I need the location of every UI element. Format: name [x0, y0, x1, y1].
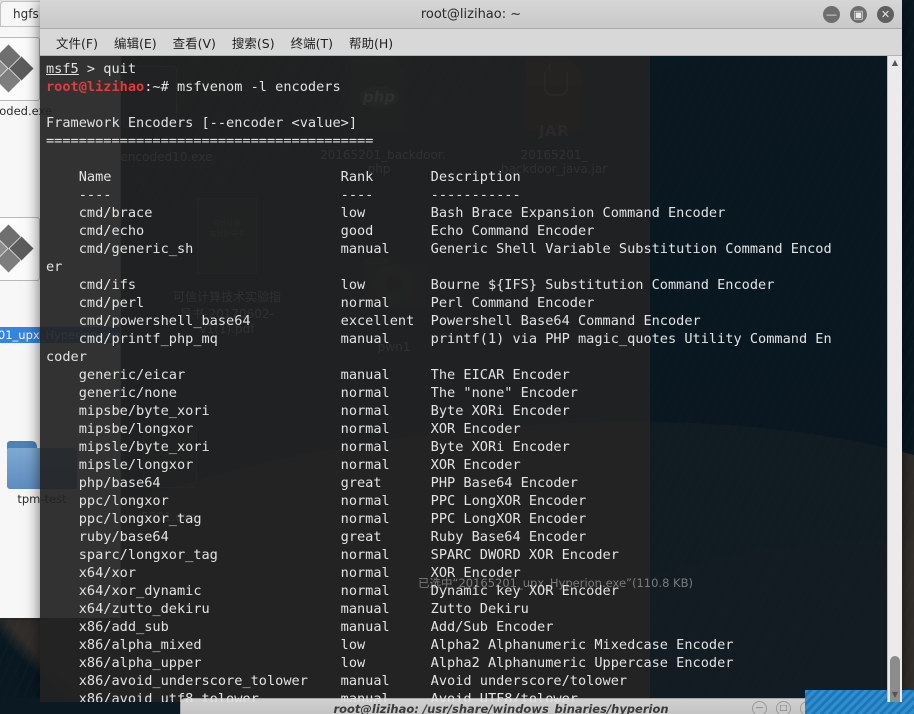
terminal-row: cmd/perl normal Perl Command Encoder — [46, 295, 595, 311]
diamond-icon — [0, 218, 39, 280]
terminal-row: generic/none normal The "none" Encoder — [46, 385, 578, 401]
maximize-icon[interactable]: □ — [776, 701, 791, 714]
terminal-output: msf5 > quit root@lizihao:~# msfvenom -l e… — [40, 56, 888, 702]
terminal-row-wrap: er — [46, 259, 63, 275]
file-thumbnail — [0, 217, 40, 281]
background-window-title: root@lizihao: /usr/share/windows_binarie… — [333, 702, 669, 714]
terminal-row: x64/xor_dynamic normal Dynamic key XOR E… — [46, 583, 619, 599]
scroll-down-icon[interactable]: ▼ — [888, 688, 902, 702]
terminal-scrollbar[interactable]: ▲ ▼ — [887, 56, 902, 702]
terminal-window[interactable]: root@lizihao: ~ — ▣ ✕ 文件(F) 编辑(E) 查看(V) … — [40, 0, 902, 702]
terminal-row: x86/alpha_upper low Alpha2 Alphanumeric … — [46, 655, 734, 671]
maximize-icon[interactable]: ▣ — [850, 5, 867, 23]
terminal-row: cmd/generic_sh manual Generic Shell Vari… — [46, 241, 832, 257]
terminal-titlebar[interactable]: root@lizihao: ~ — ▣ ✕ — [40, 0, 902, 29]
terminal-row: ruby/base64 great Ruby Base64 Encoder — [46, 529, 587, 545]
menu-search[interactable]: 搜索(S) — [232, 33, 275, 52]
terminal-row: mipsle/byte_xori normal Byte XORi Encode… — [46, 439, 570, 455]
menu-edit[interactable]: 编辑(E) — [114, 33, 157, 52]
minimize-icon[interactable]: — — [752, 701, 767, 714]
terminal-screen[interactable]: msf5 > quit root@lizihao:~# msfvenom -l e… — [40, 56, 902, 702]
terminal-line: Framework Encoders [--encoder <value>] — [46, 115, 357, 131]
terminal-row: mipsle/longxor normal XOR Encoder — [46, 457, 521, 473]
menu-terminal[interactable]: 终端(T) — [291, 33, 333, 52]
diamond-icon — [0, 38, 39, 100]
terminal-row: cmd/brace low Bash Brace Expansion Comma… — [46, 205, 726, 221]
terminal-row: x86/avoid_utf8_tolower manual Avoid UTF8… — [46, 691, 578, 702]
terminal-window-controls: — ▣ ✕ — [823, 0, 894, 28]
terminal-row: cmd/powershell_base64 excellent Powershe… — [46, 313, 701, 329]
menu-file[interactable]: 文件(F) — [56, 33, 98, 52]
terminal-row-wrap: coder — [46, 349, 87, 365]
terminal-row: x64/zutto_dekiru manual Zutto Dekiru — [46, 601, 529, 617]
terminal-row: ppc/longxor normal PPC LongXOR Encoder — [46, 493, 587, 509]
terminal-line: root@lizihao:~# msfvenom -l encoders — [46, 79, 341, 95]
terminal-title: root@lizihao: ~ — [420, 6, 522, 22]
file-thumbnail — [0, 37, 40, 101]
scroll-up-icon[interactable]: ▲ — [888, 56, 902, 70]
terminal-line: msf5 > quit — [46, 61, 137, 77]
terminal-row: cmd/echo good Echo Command Encoder — [46, 223, 595, 239]
menu-help[interactable]: 帮助(H) — [349, 33, 393, 52]
terminal-row: mipsbe/longxor normal XOR Encoder — [46, 421, 521, 437]
terminal-row: php/base64 great PHP Base64 Encoder — [46, 475, 578, 491]
terminal-row: cmd/ifs low Bourne ${IFS} Substitution C… — [46, 277, 775, 293]
minimize-icon[interactable]: — — [823, 5, 840, 23]
terminal-row: x86/add_sub manual Add/Sub Encoder — [46, 619, 554, 635]
menu-view[interactable]: 查看(V) — [173, 33, 216, 52]
terminal-row: sparc/longxor_tag normal SPARC DWORD XOR… — [46, 547, 619, 563]
close-icon[interactable]: ✕ — [877, 5, 894, 23]
terminal-row: x64/xor normal XOR Encoder — [46, 565, 521, 581]
terminal-header-rule: ---- ---- ----------- — [46, 187, 521, 203]
terminal-menubar[interactable]: 文件(F) 编辑(E) 查看(V) 搜索(S) 终端(T) 帮助(H) — [40, 29, 902, 56]
terminal-row: generic/eicar manual The EICAR Encoder — [46, 367, 570, 383]
terminal-row: mipsbe/byte_xori normal Byte XORi Encode… — [46, 403, 570, 419]
terminal-row: x86/avoid_underscore_tolower manual Avoi… — [46, 673, 628, 689]
terminal-row: cmd/printf_php_mq manual printf(1) via P… — [46, 331, 832, 347]
terminal-line: ======================================== — [46, 133, 374, 149]
terminal-row: x86/alpha_mixed low Alpha2 Alphanumeric … — [46, 637, 734, 653]
terminal-row: ppc/longxor_tag normal PPC LongXOR Encod… — [46, 511, 587, 527]
terminal-header-row: Name Rank Description — [46, 169, 521, 185]
